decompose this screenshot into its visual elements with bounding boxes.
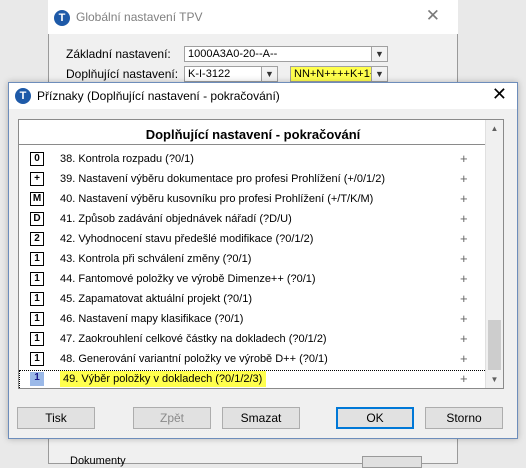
dialog-title: Příznaky (Doplňující nastavení - pokračo… <box>37 89 280 103</box>
plus-icon[interactable]: + <box>460 211 468 226</box>
flag-value-box[interactable]: 2 <box>30 232 44 246</box>
list-item-label: 43. Kontrola při schválení změny (?0/1) <box>60 253 252 265</box>
flag-value-box[interactable]: 1 <box>30 252 44 266</box>
plus-icon[interactable]: + <box>460 251 468 266</box>
list-item-label: 45. Zapamatovat aktuální projekt (?0/1) <box>60 293 252 305</box>
chevron-down-icon[interactable]: ▼ <box>371 46 388 62</box>
plus-icon[interactable]: + <box>460 311 468 326</box>
flag-value-box[interactable]: D <box>30 212 44 226</box>
scroll-up-icon[interactable]: ▲ <box>486 120 503 137</box>
close-icon[interactable]: ✕ <box>492 84 507 105</box>
list-item-label: 42. Vyhodnocení stavu předešlé modifikac… <box>60 233 314 245</box>
flag-value-box[interactable]: + <box>30 172 44 186</box>
list-item-label: 41. Způsob zadávání objednávek nářadí (?… <box>60 213 292 225</box>
background-window-titlebar: T Globální nastavení TPV ✕ <box>48 0 458 34</box>
extra-settings-code-field[interactable]: NN+N++++K+1+ <box>290 66 372 82</box>
plus-icon[interactable]: + <box>460 371 468 386</box>
list-item[interactable]: 1 49. Výběr položky v dokladech (?0/1/2/3… <box>19 370 487 388</box>
delete-button[interactable]: Smazat <box>222 407 300 429</box>
scroll-down-icon[interactable]: ▼ <box>486 371 503 388</box>
list-item[interactable]: 1 46. Nastavení mapy klasifikace (?0/1) + <box>19 310 487 330</box>
flag-value-box[interactable]: 1 <box>30 332 44 346</box>
flags-list[interactable]: Doplňující nastavení - pokračování 0 38. … <box>18 119 504 389</box>
list-item[interactable]: 1 47. Zaokrouhlení celkové částky na dokl… <box>19 330 487 350</box>
chevron-down-icon[interactable]: ▼ <box>371 66 388 82</box>
plus-icon[interactable]: + <box>460 291 468 306</box>
extra-settings-combo[interactable]: K-I-3122 <box>184 66 262 82</box>
background-window-title: Globální nastavení TPV <box>76 10 203 24</box>
scrollbar[interactable]: ▲ ▼ <box>485 120 503 388</box>
list-item-label: 44. Fantomové položky ve výrobě Dimenze+… <box>60 273 316 285</box>
list-item[interactable]: D 41. Způsob zadávání objednávek nářadí (… <box>19 210 487 230</box>
ok-button[interactable]: OK <box>336 407 414 429</box>
print-button[interactable]: Tisk <box>17 407 95 429</box>
list-item[interactable]: 1 44. Fantomové položky ve výrobě Dimenze… <box>19 270 487 290</box>
list-item[interactable]: 1 48. Generování variantní položky ve výr… <box>19 350 487 370</box>
plus-icon[interactable]: + <box>460 351 468 366</box>
extra-settings-label: Doplňující nastavení: <box>66 67 179 81</box>
flag-value-box[interactable]: 0 <box>30 152 44 166</box>
close-icon[interactable]: ✕ <box>426 6 440 26</box>
list-item[interactable]: 2 42. Vyhodnocení stavu předešlé modifika… <box>19 230 487 250</box>
plus-icon[interactable]: + <box>460 331 468 346</box>
flag-value-box[interactable]: 1 <box>30 352 44 366</box>
plus-icon[interactable]: + <box>460 271 468 286</box>
list-item[interactable]: 0 38. Kontrola rozpadu (?0/1) + <box>19 150 487 170</box>
chevron-down-icon[interactable]: ▼ <box>261 66 278 82</box>
flag-value-box[interactable]: 1 <box>30 272 44 286</box>
list-item-label: 40. Nastavení výběru kusovníku pro profe… <box>60 193 374 205</box>
flags-dialog: T Příznaky (Doplňující nastavení - pokra… <box>8 82 518 439</box>
list-item[interactable]: +39. Nastavení výběru dokumentace pro pr… <box>19 170 487 190</box>
documents-label: Dokumenty <box>70 455 126 467</box>
list-item-label: 38. Kontrola rozpadu (?0/1) <box>60 153 194 165</box>
plus-icon[interactable]: + <box>460 171 468 186</box>
list-item[interactable]: M 40. Nastavení výběru kusovníku pro prof… <box>19 190 487 210</box>
flag-value-box[interactable]: M <box>30 192 44 206</box>
list-item-label: 39. Nastavení výběru dokumentace pro pro… <box>60 173 385 185</box>
app-logo-icon: T <box>54 10 70 26</box>
flag-value-box[interactable]: 1 <box>30 292 44 306</box>
list-item-label: 47. Zaokrouhlení celkové částky na dokla… <box>60 333 327 345</box>
list-header: Doplňující nastavení - pokračování <box>19 120 487 145</box>
plus-icon[interactable]: + <box>460 231 468 246</box>
dialog-titlebar: T Příznaky (Doplňující nastavení - pokra… <box>9 83 517 109</box>
list-item[interactable]: 1 45. Zapamatovat aktuální projekt (?0/1)… <box>19 290 487 310</box>
list-item[interactable]: 1 43. Kontrola při schválení změny (?0/1)… <box>19 250 487 270</box>
back-button[interactable]: Zpět <box>133 407 211 429</box>
plus-icon[interactable]: + <box>460 191 468 206</box>
app-logo-icon: T <box>15 88 31 104</box>
cancel-button[interactable]: Storno <box>425 407 503 429</box>
plus-icon[interactable]: + <box>460 151 468 166</box>
list-item-label: 46. Nastavení mapy klasifikace (?0/1) <box>60 313 244 325</box>
list-item-label: 48. Generování variantní položky ve výro… <box>60 353 328 365</box>
flag-value-box[interactable]: 1 <box>30 312 44 326</box>
list-item-label: 49. Výběr položky v dokladech (?0/1/2/3) <box>60 371 267 387</box>
scrollbar-thumb[interactable] <box>488 320 501 370</box>
basic-settings-combo[interactable]: 1000A3A0-20--A-- <box>184 46 372 62</box>
basic-settings-label: Základní nastavení: <box>66 47 171 61</box>
background-button[interactable] <box>362 456 422 468</box>
flag-value-box[interactable]: 1 <box>30 372 44 386</box>
